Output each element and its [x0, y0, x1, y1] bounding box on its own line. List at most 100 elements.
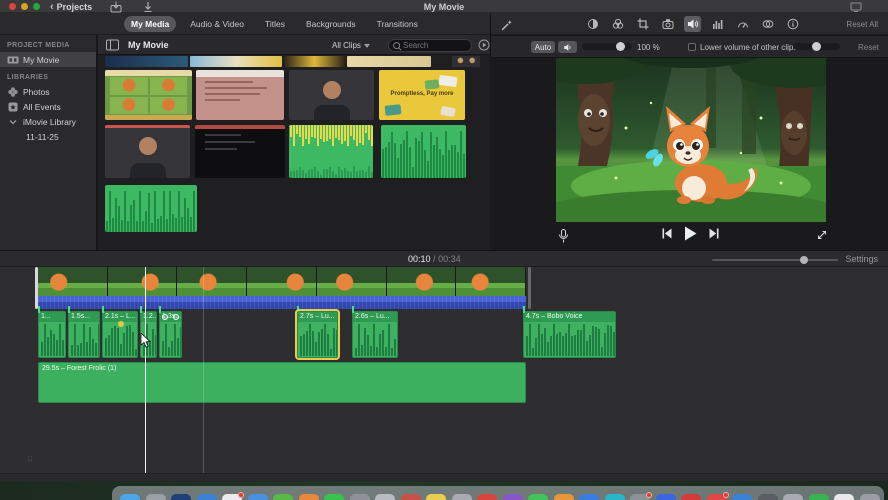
video-preview[interactable] [556, 58, 826, 222]
timeline-settings-button[interactable]: Settings [845, 254, 878, 264]
tab-titles[interactable]: Titles [258, 16, 292, 32]
promo-clip[interactable]: Promptless, Pay more [379, 70, 465, 120]
enhance-wand-icon[interactable] [498, 17, 515, 33]
dock-app-17-icon[interactable] [528, 494, 548, 500]
color-balance-icon[interactable] [584, 16, 601, 32]
dock-app-2-icon[interactable] [145, 494, 166, 500]
timeline-scroll-strip[interactable] [0, 474, 888, 481]
play-button[interactable] [684, 226, 697, 241]
dock-app-19-icon[interactable] [579, 494, 599, 500]
dock-app-7-icon[interactable] [273, 494, 293, 500]
crop-icon[interactable] [634, 16, 651, 32]
close-window-button[interactable] [9, 3, 16, 10]
sidebar-item-imovie-library[interactable]: iMovie Library [0, 114, 96, 129]
timeline-audio-clip-5[interactable]: 1.3s... [159, 311, 182, 358]
volume-slider[interactable] [582, 42, 632, 51]
timeline-audio-clip-2[interactable]: 1.5s... [68, 311, 100, 358]
terminal-clip[interactable] [195, 125, 285, 178]
timeline-audio-clip-7[interactable]: 2.6s – Lu... [352, 311, 398, 358]
background-music-clip[interactable]: 29.5s – Forest Frolic (1) [38, 362, 526, 403]
dock-app-26-icon[interactable] [757, 494, 778, 500]
projects-back-button[interactable]: ‹ Projects [50, 1, 92, 12]
timeline-video-clip[interactable] [38, 267, 526, 309]
tab-my-media[interactable]: My Media [124, 16, 177, 32]
audio-waveform-clip-2[interactable] [381, 125, 466, 178]
dock-app-11-icon[interactable] [375, 494, 395, 500]
sidebar-toggle-icon[interactable] [106, 39, 119, 51]
fade-handle-right[interactable] [173, 314, 179, 320]
dock-app-4-icon[interactable] [196, 494, 217, 500]
clip-trim-handle-left[interactable] [35, 267, 38, 309]
tab-transitions[interactable]: Transitions [370, 16, 425, 32]
dock-app-22-icon[interactable] [655, 494, 676, 500]
volume-icon[interactable] [684, 16, 701, 32]
dock-app-25-icon[interactable] [732, 494, 752, 500]
talking-head-clip-2[interactable] [105, 125, 190, 178]
sidebar-item-11-11-25[interactable]: 11-11-25 [0, 129, 96, 144]
clips-filter-dropdown[interactable]: All Clips [332, 41, 370, 50]
dock-app-3-icon[interactable] [171, 494, 191, 500]
timeline-audio-clip-3[interactable]: 2.1s – L... [102, 311, 138, 358]
notes-card-clip[interactable] [196, 70, 284, 120]
dock-trash-icon[interactable] [859, 494, 880, 500]
ducking-slider-knob[interactable] [812, 42, 821, 51]
dock-app-9-icon[interactable] [324, 494, 344, 500]
timeline-audio-clip-1[interactable]: 1... [38, 311, 66, 358]
display-icon[interactable] [850, 1, 862, 13]
dock-app-6-icon[interactable] [247, 494, 268, 500]
audio-waveform-clip-1[interactable] [289, 125, 373, 178]
dock-app-29-icon[interactable] [834, 494, 854, 500]
tab-audio-video[interactable]: Audio & Video [183, 16, 251, 32]
dock-app-10-icon[interactable] [349, 494, 370, 500]
dock-app-27-icon[interactable] [783, 494, 803, 500]
dock-app-13-icon[interactable] [426, 494, 446, 500]
auto-volume-button[interactable]: Auto [531, 41, 555, 53]
previous-frame-button[interactable] [662, 228, 672, 239]
tab-backgrounds[interactable]: Backgrounds [299, 16, 363, 32]
info-icon[interactable] [784, 16, 801, 32]
dock-app-16-icon[interactable] [502, 494, 523, 500]
dock-app-21-icon[interactable] [630, 492, 652, 500]
speed-icon[interactable] [734, 16, 751, 32]
dock-app-28-icon[interactable] [808, 494, 829, 500]
audio-waveform-clip-3[interactable] [105, 185, 197, 232]
fox-collage-clip[interactable] [105, 70, 192, 120]
timeline-zoom-knob[interactable] [800, 256, 808, 264]
dock-app-23-icon[interactable] [681, 494, 701, 500]
dock-app-20-icon[interactable] [604, 494, 625, 500]
skimmer-line[interactable] [145, 267, 146, 473]
voiceover-record-button[interactable] [558, 229, 569, 244]
download-arrow-icon[interactable] [142, 1, 154, 13]
clip-trim-handle-right[interactable] [528, 267, 531, 309]
ducking-slider[interactable] [793, 42, 840, 51]
reset-all-button[interactable]: Reset All [846, 20, 878, 29]
minimize-window-button[interactable] [21, 3, 28, 10]
fullscreen-icon[interactable] [816, 229, 828, 241]
dock-app-24-icon[interactable] [706, 492, 729, 500]
search-input[interactable] [403, 40, 469, 51]
timeline-audio-clip-6[interactable]: 2.7s – Lu... [295, 309, 340, 360]
dock-app-8-icon[interactable] [298, 494, 319, 500]
dock-app-14-icon[interactable] [451, 494, 472, 500]
mute-button[interactable] [558, 41, 577, 53]
color-correction-icon[interactable] [609, 16, 626, 32]
fade-handle-left[interactable] [162, 314, 168, 320]
dock-app-5-icon[interactable] [222, 492, 244, 500]
dock-app-12-icon[interactable] [400, 494, 421, 500]
dock-app-15-icon[interactable] [477, 494, 497, 500]
timeline-zoom-slider[interactable] [712, 256, 838, 264]
zoom-window-button[interactable] [33, 3, 40, 10]
dock-app-1-icon[interactable] [120, 494, 140, 500]
clip-filter-menu-icon[interactable] [478, 39, 490, 51]
import-media-icon[interactable] [110, 1, 122, 13]
noise-reduction-icon[interactable] [709, 16, 726, 32]
timeline-audio-clip-8[interactable]: 4.7s – Bobo Voice [523, 311, 616, 358]
sidebar-item-all-events[interactable]: All Events [0, 99, 96, 114]
sidebar-item-photos[interactable]: Photos [0, 84, 96, 99]
volume-slider-knob[interactable] [616, 42, 625, 51]
sidebar-item-my-movie[interactable]: My Movie [0, 52, 96, 67]
talking-head-clip[interactable] [289, 70, 374, 120]
stabilization-icon[interactable] [659, 16, 676, 32]
next-frame-button[interactable] [709, 228, 719, 239]
lower-volume-checkbox[interactable] [688, 43, 696, 51]
